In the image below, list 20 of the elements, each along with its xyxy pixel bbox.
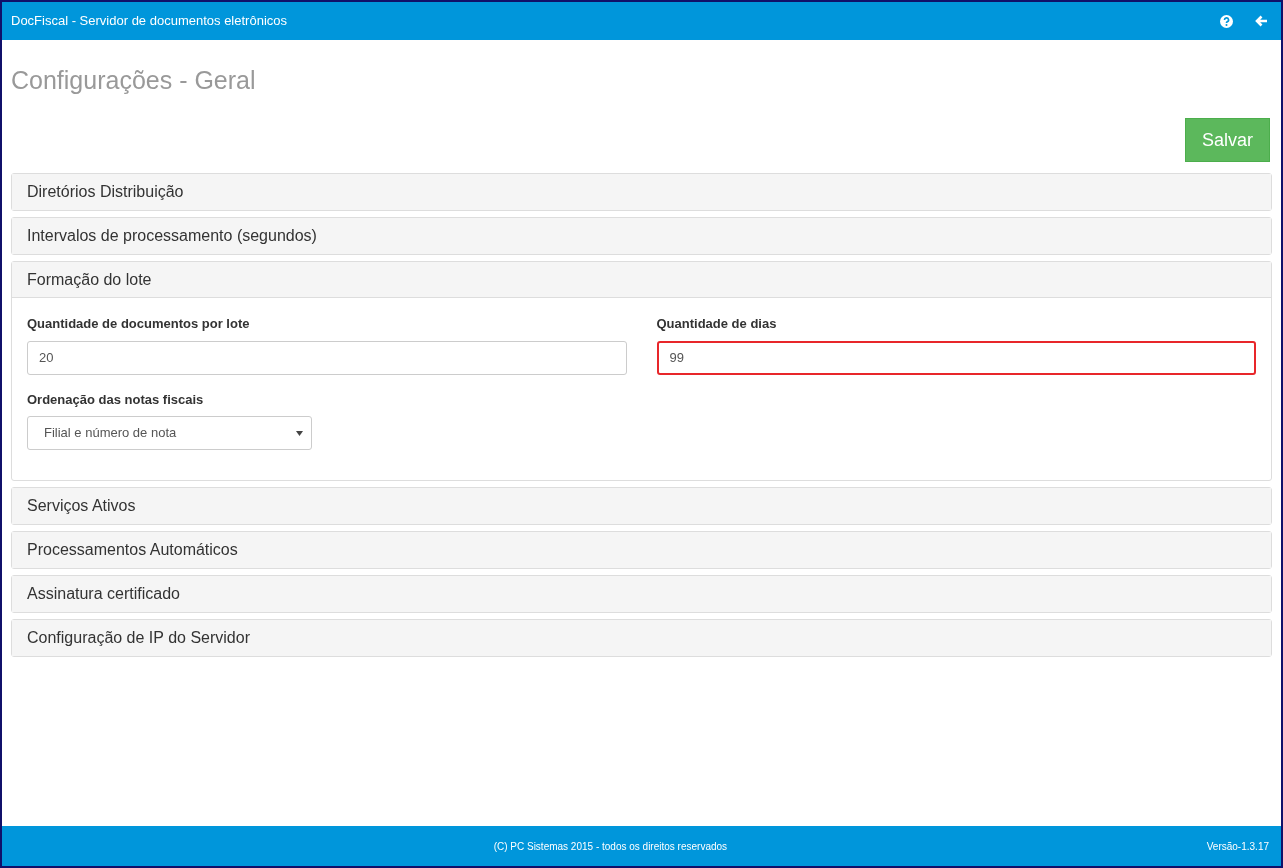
copyright-text: (C) PC Sistemas 2015 - todos os direitos reservados bbox=[492, 839, 729, 854]
field-label: Quantidade de documentos por lote bbox=[27, 315, 251, 333]
caret-icon bbox=[296, 430, 303, 436]
panel-header[interactable]: Configuração de IP do Servidor bbox=[12, 620, 1271, 656]
page-title: Configurações - Geral bbox=[11, 65, 257, 95]
help-icon[interactable] bbox=[1220, 14, 1233, 28]
text-field[interactable]: 99 bbox=[656, 340, 1256, 375]
panel-header[interactable]: Intervalos de processamento (segundos) bbox=[12, 218, 1271, 254]
back-arrow-icon[interactable] bbox=[1255, 15, 1268, 27]
panel-header[interactable]: Formação do lote bbox=[12, 262, 1271, 298]
version-text: Versão-1.3.17 bbox=[1206, 839, 1269, 854]
field-label: Quantidade de dias bbox=[656, 315, 778, 333]
field-label: Ordenação das notas fiscais bbox=[27, 390, 205, 409]
text-field[interactable]: 20 bbox=[27, 340, 627, 375]
app-title: DocFiscal - Servidor de documentos eletrônicos bbox=[11, 12, 287, 31]
dropdown[interactable]: Filial e número de nota bbox=[27, 416, 312, 450]
panel-header[interactable]: Serviços Ativos bbox=[12, 488, 1271, 524]
panel-header[interactable]: Processamentos Automáticos bbox=[12, 532, 1271, 568]
panel-header[interactable]: Assinatura certificado bbox=[12, 576, 1271, 612]
panel-header[interactable]: Diretórios Distribuição bbox=[12, 174, 1271, 210]
